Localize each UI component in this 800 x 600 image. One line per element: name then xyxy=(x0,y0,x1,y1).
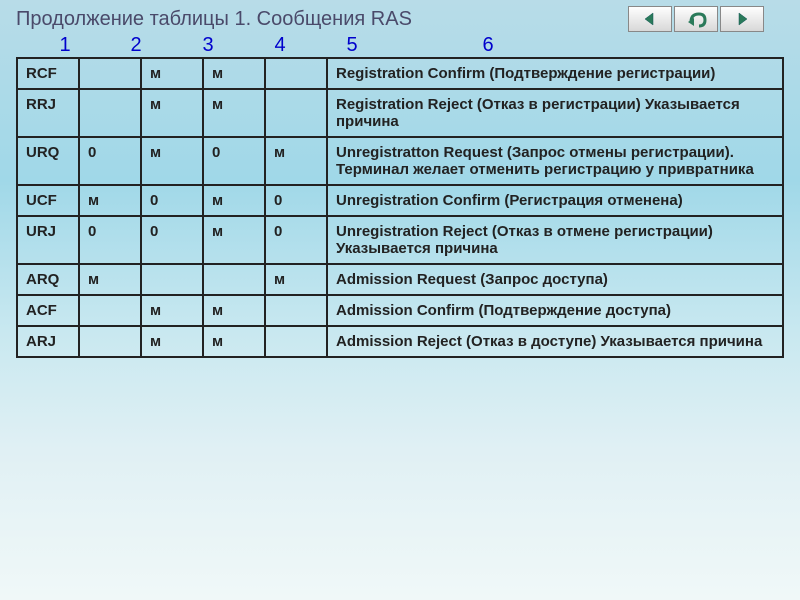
cell-c6: Admission Confirm (Подтверждение доступа… xyxy=(327,295,783,326)
cell-c4: м xyxy=(203,326,265,357)
colnum-2: 2 xyxy=(100,34,172,57)
cell-c6: Unregistratton Request (Запрос отмены ре… xyxy=(327,137,783,185)
cell-c4: м xyxy=(203,295,265,326)
cell-c4: м xyxy=(203,89,265,137)
table-row: URQ0м0мUnregistratton Request (Запрос от… xyxy=(17,137,783,185)
cell-c4: м xyxy=(203,216,265,264)
cell-c5 xyxy=(265,58,327,89)
cell-c4: м xyxy=(203,58,265,89)
table-row: ARQммAdmission Request (Запрос доступа) xyxy=(17,264,783,295)
return-button[interactable] xyxy=(674,6,718,32)
table-row: RCF мм Registration Confirm (Подтверждение… xyxy=(17,58,783,89)
colnum-1: 1 xyxy=(30,34,100,57)
cell-c6: Admission Request (Запрос доступа) xyxy=(327,264,783,295)
cell-c1: ARJ xyxy=(17,326,79,357)
cell-c3: м xyxy=(141,89,203,137)
cell-c5: м xyxy=(265,137,327,185)
cell-c5: м xyxy=(265,264,327,295)
cell-c5 xyxy=(265,89,327,137)
cell-c2 xyxy=(79,295,141,326)
cell-c4 xyxy=(203,264,265,295)
cell-c6: Unregistration Reject (Отказ в отмене ре… xyxy=(327,216,783,264)
prev-button[interactable] xyxy=(628,6,672,32)
cell-c1: RRJ xyxy=(17,89,79,137)
cell-c2: м xyxy=(79,185,141,216)
cell-c2 xyxy=(79,89,141,137)
cell-c6: Registration Reject (Отказ в регистрации… xyxy=(327,89,783,137)
page-title: Продолжение таблицы 1. Сообщения RAS xyxy=(16,6,628,31)
colnum-4: 4 xyxy=(244,34,316,57)
next-button[interactable] xyxy=(720,6,764,32)
cell-c3 xyxy=(141,264,203,295)
cell-c1: URJ xyxy=(17,216,79,264)
colnum-5: 5 xyxy=(316,34,388,57)
cell-c5: 0 xyxy=(265,216,327,264)
nav-buttons xyxy=(628,6,764,32)
cell-c6: Registration Confirm (Подтверждение реги… xyxy=(327,58,783,89)
cell-c3: м xyxy=(141,58,203,89)
cell-c3: м xyxy=(141,326,203,357)
cell-c2 xyxy=(79,326,141,357)
table-row: ACF мм Admission Confirm (Подтверждение до… xyxy=(17,295,783,326)
cell-c2: 0 xyxy=(79,137,141,185)
cell-c5: 0 xyxy=(265,185,327,216)
cell-c3: м xyxy=(141,295,203,326)
cell-c3: 0 xyxy=(141,216,203,264)
ras-messages-table: RCFммRegistration Confirm (Подтверждение… xyxy=(16,57,784,358)
table-row: URJ00м0Unregistration Reject (Отказ в от… xyxy=(17,216,783,264)
colnum-6: 6 xyxy=(388,34,588,57)
cell-c5 xyxy=(265,326,327,357)
table-row: ARJ мм Admission Reject (Отказ в доступе) … xyxy=(17,326,783,357)
cell-c1: UCF xyxy=(17,185,79,216)
cell-c6: Admission Reject (Отказ в доступе) Указы… xyxy=(327,326,783,357)
cell-c1: RCF xyxy=(17,58,79,89)
cell-c3: м xyxy=(141,137,203,185)
cell-c2: м xyxy=(79,264,141,295)
cell-c4: 0 xyxy=(203,137,265,185)
cell-c1: ACF xyxy=(17,295,79,326)
cell-c1: ARQ xyxy=(17,264,79,295)
cell-c5 xyxy=(265,295,327,326)
cell-c2: 0 xyxy=(79,216,141,264)
colnum-3: 3 xyxy=(172,34,244,57)
cell-c3: 0 xyxy=(141,185,203,216)
cell-c6: Unregistration Confirm (Регистрация отме… xyxy=(327,185,783,216)
cell-c4: м xyxy=(203,185,265,216)
table-row: UCFм0м0Unregistration Confirm (Регистрац… xyxy=(17,185,783,216)
table-row: RRJ мм Registration Reject (Отказ в регист… xyxy=(17,89,783,137)
column-numbers: 1 2 3 4 5 6 xyxy=(0,34,800,57)
cell-c2 xyxy=(79,58,141,89)
cell-c1: URQ xyxy=(17,137,79,185)
